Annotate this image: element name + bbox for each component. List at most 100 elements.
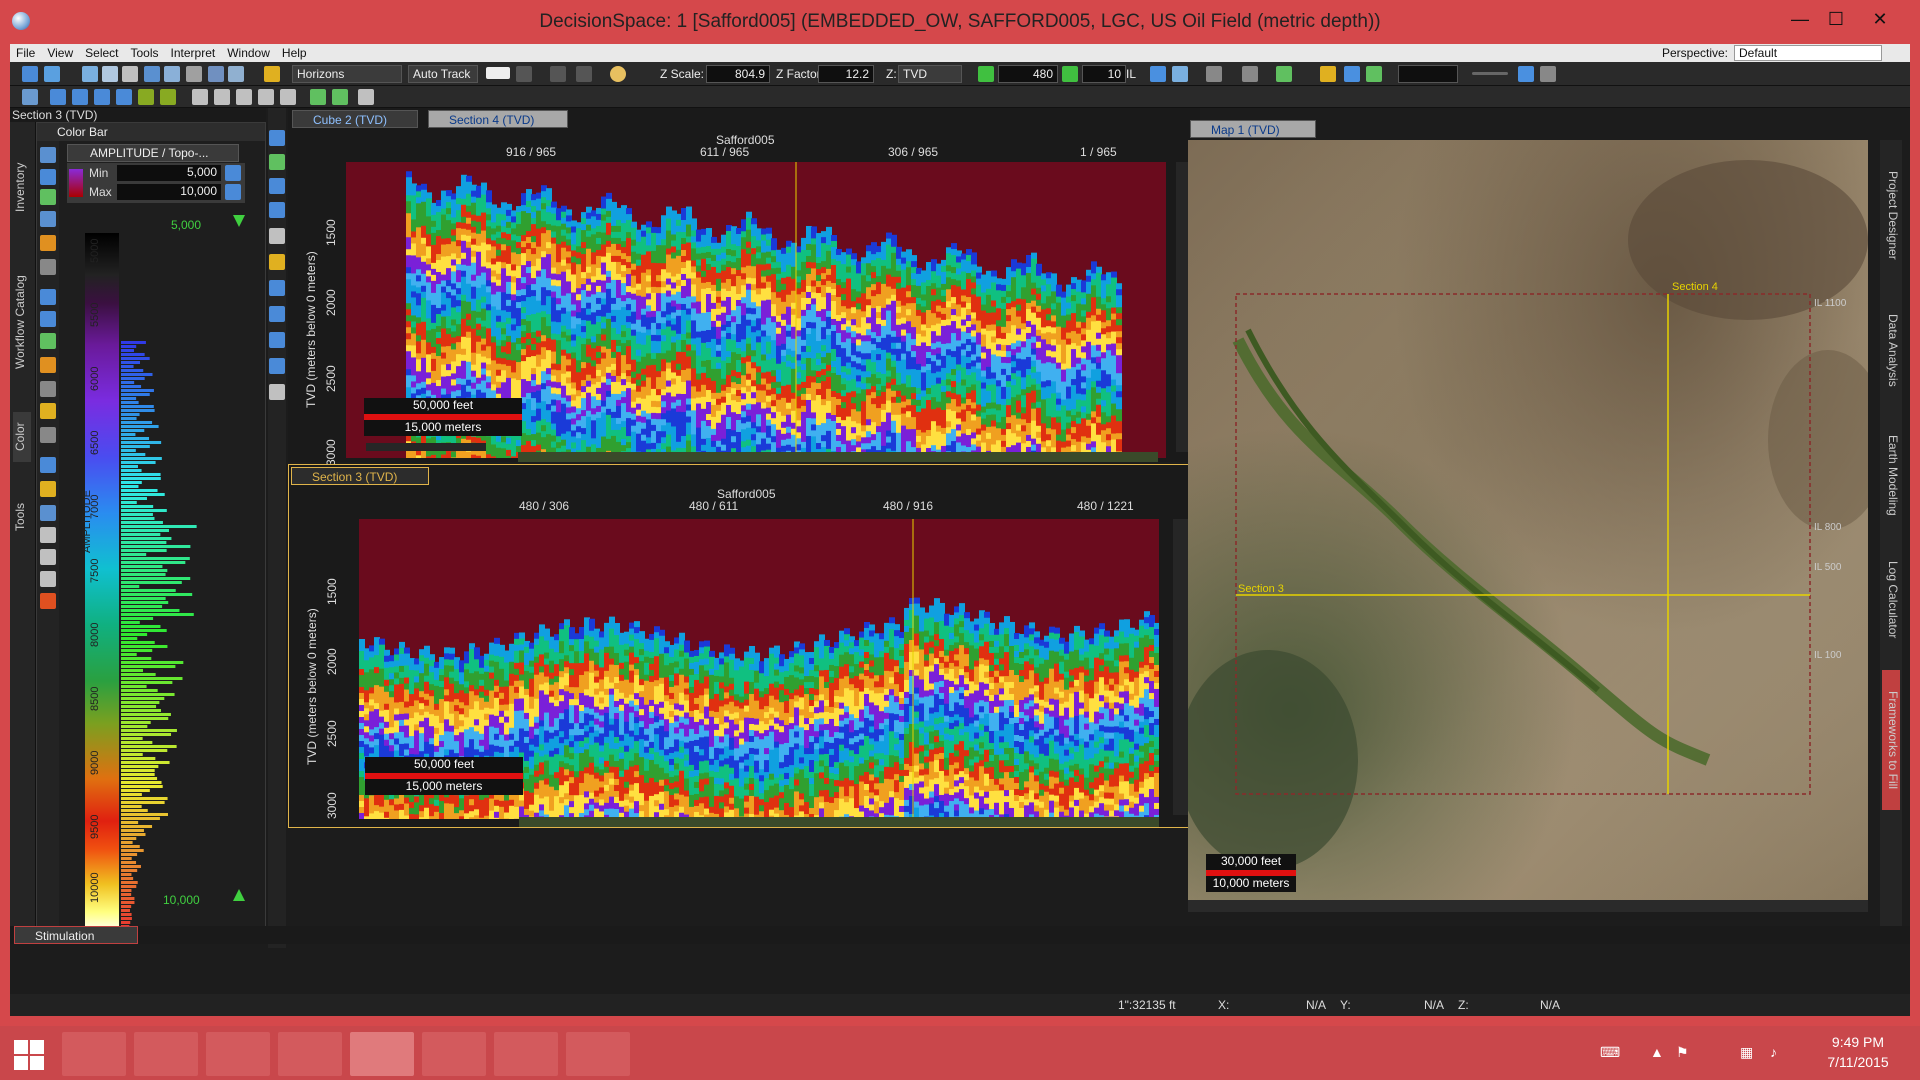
window5-icon[interactable] — [280, 89, 296, 105]
split-icon[interactable] — [40, 289, 56, 305]
previous-icon[interactable] — [978, 66, 994, 82]
snapshot-icon[interactable] — [228, 66, 244, 82]
stack-icon[interactable] — [40, 311, 56, 327]
edit-icon[interactable] — [40, 505, 56, 521]
picker-icon[interactable] — [40, 481, 56, 497]
grid-icon[interactable] — [164, 66, 180, 82]
window3-icon[interactable] — [236, 89, 252, 105]
increment-input[interactable]: 10 — [1082, 65, 1126, 83]
maximize-button[interactable]: ☐ — [1816, 6, 1856, 32]
tab-section4[interactable]: Section 4 (TVD) — [428, 110, 568, 128]
close-button[interactable]: ✕ — [1860, 6, 1900, 32]
next-icon[interactable] — [1062, 66, 1078, 82]
pick-icon[interactable] — [269, 254, 285, 270]
pencil-icon[interactable] — [264, 66, 280, 82]
grid-color-icon[interactable] — [40, 381, 56, 397]
points-icon[interactable] — [116, 89, 132, 105]
wells-icon[interactable] — [138, 89, 154, 105]
gradient-icon[interactable] — [40, 333, 56, 349]
cluster-icon[interactable] — [72, 89, 88, 105]
top-handle-icon[interactable] — [233, 215, 245, 227]
bottom-handle-icon[interactable] — [233, 889, 245, 901]
faults-icon[interactable] — [160, 89, 176, 105]
perspective-select[interactable]: Default — [1734, 45, 1882, 61]
link-icon[interactable] — [144, 66, 160, 82]
chart-icon[interactable] — [1344, 66, 1360, 82]
fill-icon[interactable] — [40, 357, 56, 373]
menu-interpret[interactable]: Interpret — [165, 44, 222, 60]
layout-icon[interactable] — [1518, 66, 1534, 82]
menu-file[interactable]: File — [10, 44, 41, 60]
bookmark-icon[interactable] — [1206, 66, 1222, 82]
bookmark2-icon[interactable] — [1242, 66, 1258, 82]
search-box[interactable] — [1398, 65, 1458, 83]
map-icon[interactable] — [40, 527, 56, 543]
opacity-slider[interactable] — [1472, 72, 1508, 75]
zscale-input[interactable]: 804.9 — [706, 65, 770, 83]
rotate-icon[interactable] — [269, 202, 285, 218]
print-icon[interactable] — [186, 66, 202, 82]
doc-icon[interactable] — [40, 211, 56, 227]
filter-icon[interactable] — [1172, 66, 1188, 82]
z-domain-select[interactable]: TVD — [898, 65, 962, 83]
minimize-button[interactable]: — — [1780, 6, 1820, 32]
anchor-icon[interactable] — [332, 89, 348, 105]
crosshair-icon[interactable] — [310, 89, 326, 105]
colormap-icon[interactable] — [40, 147, 56, 163]
zoom-in-icon[interactable] — [269, 178, 285, 194]
new-icon[interactable] — [22, 66, 38, 82]
menu-tools[interactable]: Tools — [125, 44, 165, 60]
menu-help[interactable]: Help — [276, 44, 313, 60]
horizons-dropdown[interactable]: Horizons — [292, 65, 402, 83]
open-icon[interactable] — [44, 66, 60, 82]
home-icon[interactable] — [1150, 66, 1166, 82]
sync-icon[interactable] — [358, 89, 374, 105]
menu-view[interactable]: View — [41, 44, 79, 60]
arrow3-icon[interactable] — [269, 332, 285, 348]
tab-cube2[interactable]: Cube 2 (TVD) — [292, 110, 418, 128]
max-reset-icon[interactable] — [225, 184, 241, 200]
window2-icon[interactable] — [214, 89, 230, 105]
flag-icon[interactable] — [40, 593, 56, 609]
tab-color[interactable]: Color — [13, 412, 31, 462]
range-icon[interactable] — [40, 457, 56, 473]
pan-icon[interactable] — [269, 154, 285, 170]
palette-icon[interactable] — [40, 189, 56, 205]
image-icon[interactable] — [269, 384, 285, 400]
line-number-input[interactable]: 480 — [998, 65, 1058, 83]
triangle-icon[interactable] — [50, 89, 66, 105]
bucket-icon[interactable] — [40, 403, 56, 419]
lock-icon[interactable] — [122, 66, 138, 82]
refresh-icon[interactable] — [40, 169, 56, 185]
light-icon[interactable] — [610, 66, 626, 82]
color-swatch[interactable] — [486, 67, 510, 79]
autotrack-dropdown[interactable]: Auto Track — [408, 65, 478, 83]
tab-tools[interactable]: Tools — [13, 492, 31, 542]
min-reset-icon[interactable] — [225, 165, 241, 181]
max-input[interactable]: 10,000 — [117, 184, 221, 200]
measure-icon[interactable] — [269, 228, 285, 244]
title-bar[interactable]: DecisionSpace: 1 [Safford005] (EMBEDDED_… — [0, 0, 1920, 44]
arrow-icon[interactable] — [269, 280, 285, 296]
window1-icon[interactable] — [192, 89, 208, 105]
more-icon[interactable] — [1540, 66, 1556, 82]
table3-icon[interactable] — [40, 571, 56, 587]
well-icon[interactable] — [1320, 66, 1336, 82]
zoom-icon[interactable] — [269, 130, 285, 146]
zfactor-input[interactable]: 12.2 — [818, 65, 874, 83]
undo-color-icon[interactable] — [40, 235, 56, 251]
eraser-icon[interactable] — [516, 66, 532, 82]
attribute-select[interactable]: AMPLITUDE / Topo-... — [67, 144, 239, 162]
table-icon[interactable] — [22, 89, 38, 105]
tools-icon[interactable] — [1276, 66, 1292, 82]
save-icon[interactable] — [82, 66, 98, 82]
min-input[interactable]: 5,000 — [117, 165, 221, 181]
redo-icon[interactable] — [576, 66, 592, 82]
copy-icon[interactable] — [102, 66, 118, 82]
arrow4-icon[interactable] — [269, 358, 285, 374]
table2-icon[interactable] — [40, 549, 56, 565]
menu-window[interactable]: Window — [221, 44, 276, 60]
menu-select[interactable]: Select — [79, 44, 124, 60]
tab-workflow-catalog[interactable]: Workflow Catalog — [13, 262, 31, 382]
camera-icon[interactable] — [208, 66, 224, 82]
